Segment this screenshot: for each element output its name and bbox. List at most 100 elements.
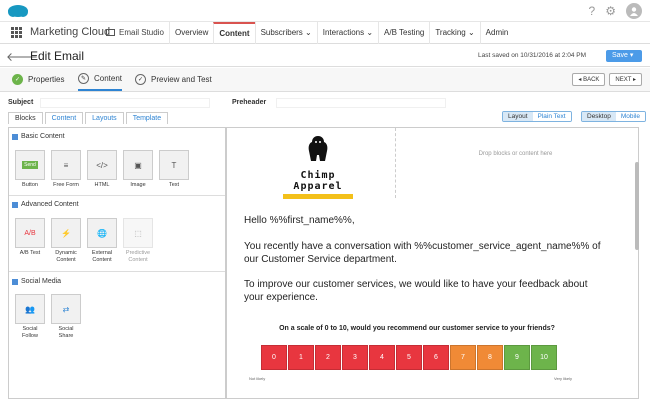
divider <box>9 195 225 196</box>
tab-template[interactable]: Template <box>125 112 169 124</box>
nps-score-10[interactable]: 10 <box>531 345 557 370</box>
step-preview-and-test[interactable]: ✓ Preview and Test <box>135 68 212 91</box>
collapse-icon <box>12 278 18 285</box>
step-label: Content <box>94 74 123 83</box>
block-label: Free Form <box>53 182 79 188</box>
step-properties[interactable]: ✓ Properties <box>12 68 64 91</box>
tab-blocks[interactable]: Blocks <box>8 112 43 124</box>
lightning-icon: ⚡ <box>51 218 81 248</box>
next-button[interactable]: NEXT ▸ <box>609 73 642 86</box>
paragraph-2[interactable]: To improve our customer services, we wou… <box>244 278 594 304</box>
predictive-icon: ⬚ <box>123 218 153 248</box>
preheader-label: Preheader <box>232 99 267 106</box>
nps-score-8[interactable]: 8 <box>477 345 503 370</box>
ab-test-icon: A/B <box>15 218 45 248</box>
block-text[interactable]: T Text <box>159 150 189 189</box>
block-label: Social Follow <box>22 326 38 339</box>
nav-ab-testing[interactable]: A/B Testing <box>378 22 429 44</box>
device-toggle: Desktop Mobile <box>581 111 647 122</box>
block-external-content[interactable]: 🌐 External Content <box>87 218 117 264</box>
block-label: Social Share <box>58 326 74 339</box>
nps-score-9[interactable]: 9 <box>504 345 530 370</box>
paragraph-1[interactable]: You recently have a conversation with %%… <box>244 240 604 266</box>
block-ab-test[interactable]: A/B A/B Test <box>15 218 45 257</box>
basic-content-header[interactable]: Basic Content <box>12 133 65 140</box>
section-title: Basic Content <box>21 133 65 140</box>
logo-tagline-bar <box>283 194 353 199</box>
advanced-content-header[interactable]: Advanced Content <box>12 201 79 208</box>
nav-overview[interactable]: Overview <box>169 22 213 44</box>
title-bar: 🡐 Edit Email Last saved on 10/31/2016 at… <box>0 45 650 67</box>
nav-subscribers[interactable]: Subscribers ⌄ <box>254 22 317 44</box>
block-label: Image <box>130 182 146 188</box>
mobile-toggle[interactable]: Mobile <box>615 112 646 121</box>
divider <box>9 271 225 272</box>
nps-score-7[interactable]: 7 <box>450 345 476 370</box>
app-launcher-icon[interactable] <box>11 27 22 38</box>
gear-icon[interactable]: ⚙ <box>605 3 616 19</box>
section-title: Advanced Content <box>21 201 79 208</box>
section-title: Social Media <box>21 278 62 285</box>
check-icon: ✓ <box>12 74 23 85</box>
code-icon: </> <box>87 150 117 180</box>
last-saved-text: Last saved on 10/31/2016 at 2:04 PM <box>478 52 587 59</box>
block-button[interactable]: Send Button <box>15 150 45 189</box>
block-html[interactable]: </> HTML <box>87 150 117 189</box>
globe-icon: 🌐 <box>87 218 117 248</box>
step-label: Preview and Test <box>151 75 212 84</box>
nps-score-2[interactable]: 2 <box>315 345 341 370</box>
nps-score-5[interactable]: 5 <box>396 345 422 370</box>
plain-text-toggle[interactable]: Plain Text <box>532 112 571 121</box>
low-label: Not likely <box>249 376 266 381</box>
salesforce-cloud-logo <box>8 5 28 17</box>
drop-zone[interactable]: Drop blocks or content here <box>395 128 635 198</box>
brand-logo[interactable]: Chimp Apparel <box>278 135 358 199</box>
nps-score-0[interactable]: 0 <box>261 345 287 370</box>
save-button[interactable]: Save ▾ <box>606 50 642 62</box>
text-icon: T <box>159 150 189 180</box>
app-navbar: Marketing Cloud Email Studio Overview Co… <box>0 22 650 44</box>
block-image[interactable]: ▣ Image <box>123 150 153 189</box>
block-label: Text <box>168 182 180 188</box>
nav-admin[interactable]: Admin <box>479 22 514 44</box>
image-icon: ▣ <box>123 150 153 180</box>
nav-tracking[interactable]: Tracking ⌄ <box>429 22 479 44</box>
social-media-header[interactable]: Social Media <box>12 278 61 285</box>
studio-name: Email Studio <box>119 28 164 37</box>
nps-score-4[interactable]: 4 <box>369 345 395 370</box>
pencil-icon: ✎ <box>78 73 89 84</box>
social-follow-icon: 👥 <box>15 294 45 324</box>
nps-question[interactable]: On a scale of 0 to 10, would you recomme… <box>227 325 607 332</box>
email-canvas[interactable]: Chimp Apparel Drop blocks or content her… <box>226 127 639 399</box>
global-header: ? ⚙ <box>0 0 650 22</box>
nav-interactions[interactable]: Interactions ⌄ <box>316 22 378 44</box>
avatar[interactable] <box>626 3 642 19</box>
tab-layouts[interactable]: Layouts <box>85 112 124 124</box>
desktop-toggle[interactable]: Desktop <box>582 112 616 121</box>
gorilla-icon <box>308 136 328 161</box>
subject-input[interactable] <box>40 98 210 108</box>
nav-content[interactable]: Content <box>213 22 255 44</box>
block-free-form[interactable]: ≡ Free Form <box>51 150 81 189</box>
block-dynamic-content[interactable]: ⚡ Dynamic Content <box>51 218 81 264</box>
layout-toggle[interactable]: Layout <box>503 112 533 121</box>
preheader-input[interactable] <box>276 98 446 108</box>
collapse-icon <box>12 201 18 208</box>
block-social-follow[interactable]: 👥 Social Follow <box>15 294 45 340</box>
logo-text: Chimp Apparel <box>293 170 343 192</box>
greeting-text[interactable]: Hello %%first_name%%, <box>244 214 604 227</box>
nps-score-3[interactable]: 3 <box>342 345 368 370</box>
user-icon <box>630 7 638 16</box>
page-title: Edit Email <box>30 49 85 63</box>
help-icon[interactable]: ? <box>589 3 596 19</box>
block-label: External Content <box>91 250 113 263</box>
free-form-icon: ≡ <box>51 150 81 180</box>
canvas-scrollbar[interactable] <box>635 162 639 250</box>
tab-content[interactable]: Content <box>44 112 84 124</box>
nps-score-6[interactable]: 6 <box>423 345 449 370</box>
step-content[interactable]: ✎ Content <box>78 68 123 91</box>
view-toggle: Layout Plain Text <box>502 111 572 122</box>
block-social-share[interactable]: ⇄ Social Share <box>51 294 81 340</box>
nps-score-1[interactable]: 1 <box>288 345 314 370</box>
back-button[interactable]: ◂ BACK <box>572 73 606 86</box>
